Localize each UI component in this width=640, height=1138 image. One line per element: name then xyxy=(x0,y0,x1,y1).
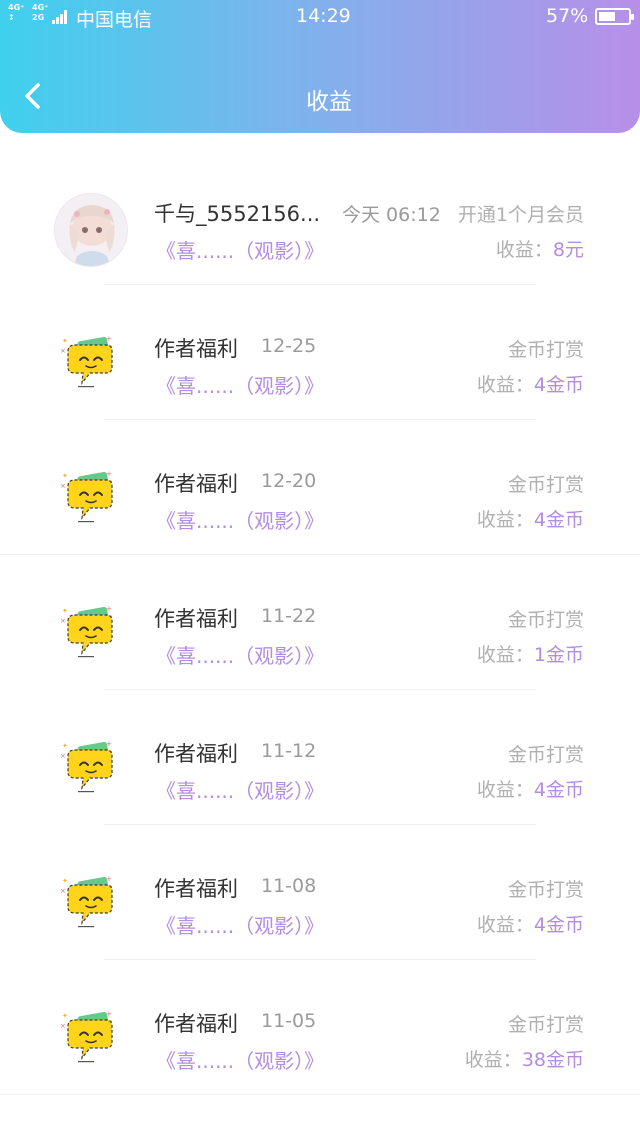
income-label: 收益： xyxy=(476,779,534,801)
income-amount: 收益：4金币 xyxy=(477,505,584,532)
speech-bubble-icon: ✦ + × xyxy=(60,605,113,658)
income-record[interactable]: ✦ + × 作者福利 11-12 《喜......（观影）》 金币打赏 收益：4… xyxy=(0,690,640,825)
clock: 14:29 xyxy=(296,5,351,27)
record-name: 作者福利 xyxy=(154,742,238,766)
svg-text:✦: ✦ xyxy=(62,742,68,750)
page-title: 收益 xyxy=(306,89,352,115)
record-type: 金币打赏 xyxy=(507,744,584,766)
record-type: 金币打赏 xyxy=(507,474,584,496)
record-type: 开通1个月会员 xyxy=(457,204,584,226)
income-list: 千与_5552156... 今天 06:12 《喜......（观影）》 开通1… xyxy=(0,150,640,1095)
income-record[interactable]: ✦ + × 作者福利 12-25 《喜......（观影）》 金币打赏 收益：4… xyxy=(0,285,640,420)
income-record[interactable]: 千与_5552156... 今天 06:12 《喜......（观影）》 开通1… xyxy=(0,150,640,285)
svg-text:×: × xyxy=(60,1022,66,1030)
record-date: 12-20 xyxy=(261,470,317,492)
income-record[interactable]: ✦ + × 作者福利 11-22 《喜......（观影）》 金币打赏 收益：1… xyxy=(0,555,640,690)
book-title[interactable]: 《喜......（观影）》 xyxy=(156,235,324,264)
income-value: 4金币 xyxy=(533,509,584,531)
status-bar: 4G⁺ ↕ 4G⁺ 2G 中国电信 14:29 57% xyxy=(0,0,640,34)
income-label: 收益： xyxy=(495,239,553,261)
record-name: 作者福利 xyxy=(154,472,238,496)
user-avatar[interactable] xyxy=(54,193,128,267)
row-divider xyxy=(0,1094,640,1095)
svg-text:✦: ✦ xyxy=(62,472,68,480)
record-date: 11-12 xyxy=(261,740,317,762)
income-value: 38金币 xyxy=(521,1049,584,1071)
income-record[interactable]: ✦ + × 作者福利 11-08 《喜......（观影）》 金币打赏 收益：4… xyxy=(0,825,640,960)
svg-text:×: × xyxy=(60,752,66,760)
record-date: 11-08 xyxy=(261,875,317,897)
income-value: 8元 xyxy=(552,239,584,261)
svg-text:×: × xyxy=(60,617,66,625)
book-title[interactable]: 《喜......（观影）》 xyxy=(156,640,324,669)
record-type: 金币打赏 xyxy=(507,339,584,361)
speech-bubble-icon: ✦ + × xyxy=(60,740,113,793)
record-date: 11-22 xyxy=(261,605,317,627)
income-label: 收益： xyxy=(476,509,534,531)
income-label: 收益： xyxy=(476,374,534,396)
speech-bubble-icon: ✦ + × xyxy=(60,335,113,388)
record-name: 作者福利 xyxy=(154,607,238,631)
book-title[interactable]: 《喜......（观影）》 xyxy=(156,910,324,939)
record-name: 作者福利 xyxy=(154,337,238,361)
income-label: 收益： xyxy=(464,1049,522,1071)
speech-bubble-icon: ✦ + × xyxy=(60,875,113,928)
income-amount: 收益：4金币 xyxy=(477,370,584,397)
record-name: 作者福利 xyxy=(154,877,238,901)
record-date: 11-05 xyxy=(261,1010,317,1032)
svg-text:✦: ✦ xyxy=(62,877,68,885)
battery-icon xyxy=(595,8,634,25)
svg-text:✦: ✦ xyxy=(62,607,68,615)
record-type: 金币打赏 xyxy=(507,1014,584,1036)
svg-text:×: × xyxy=(60,482,66,490)
record-type: 金币打赏 xyxy=(507,879,584,901)
income-amount: 收益：38金币 xyxy=(465,1045,584,1072)
income-amount: 收益：1金币 xyxy=(477,640,584,667)
record-name: 作者福利 xyxy=(154,1012,238,1036)
income-record[interactable]: ✦ + × 作者福利 11-05 《喜......（观影）》 金币打赏 收益：3… xyxy=(0,960,640,1095)
record-date: 今天 06:12 xyxy=(342,204,441,226)
speech-bubble-icon: ✦ + × xyxy=(60,470,113,523)
record-type: 金币打赏 xyxy=(507,609,584,631)
svg-text:✦: ✦ xyxy=(62,337,68,345)
income-label: 收益： xyxy=(476,914,534,936)
svg-text:✦: ✦ xyxy=(62,1012,68,1020)
signal-icon xyxy=(52,8,70,24)
income-value: 4金币 xyxy=(533,914,584,936)
income-record[interactable]: ✦ + × 作者福利 12-20 《喜......（观影）》 金币打赏 收益：4… xyxy=(0,420,640,555)
book-title[interactable]: 《喜......（观影）》 xyxy=(156,775,324,804)
income-value: 1金币 xyxy=(533,644,584,666)
speech-bubble-icon: ✦ + × xyxy=(60,1010,113,1063)
income-label: 收益： xyxy=(476,644,534,666)
header-bar: 4G⁺ ↕ 4G⁺ 2G 中国电信 14:29 57% 收益 xyxy=(0,0,640,133)
income-amount: 收益：4金币 xyxy=(477,910,584,937)
record-name: 千与_5552156... xyxy=(154,202,321,226)
record-date: 12-25 xyxy=(261,335,317,357)
income-value: 4金币 xyxy=(533,374,584,396)
book-title[interactable]: 《喜......（观影）》 xyxy=(156,370,324,399)
carrier-name: 中国电信 xyxy=(76,9,153,31)
income-value: 4金币 xyxy=(533,779,584,801)
svg-text:×: × xyxy=(60,887,66,895)
income-amount: 收益：4金币 xyxy=(477,775,584,802)
book-title[interactable]: 《喜......（观影）》 xyxy=(156,505,324,534)
battery-fill xyxy=(599,12,615,21)
book-title[interactable]: 《喜......（观影）》 xyxy=(156,1045,324,1074)
income-amount: 收益：8元 xyxy=(496,235,584,262)
svg-text:×: × xyxy=(60,347,66,355)
battery-percent: 57% xyxy=(546,5,589,27)
